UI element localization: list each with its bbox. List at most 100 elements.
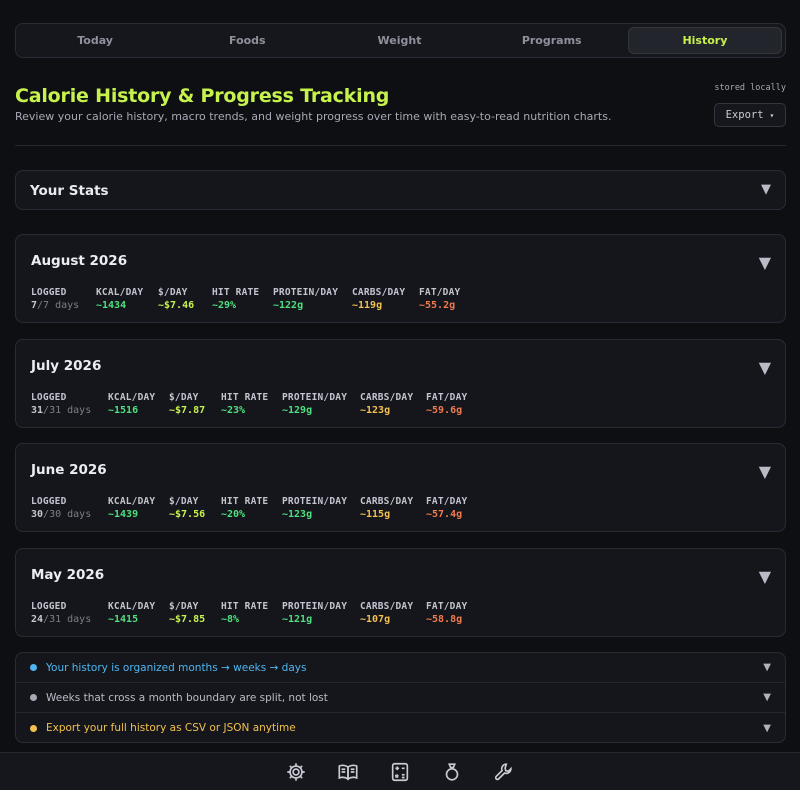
month-metrics: LOGGED 31/31 days KCAL/DAY ~1516 $/DAY ~$7.87… [31,392,486,416]
metric-hit: HIT RATE ~20% [221,496,282,520]
metric-value: ~23% [221,405,246,416]
metric-value: ~1516 [108,405,139,416]
logged-days: 30 [31,509,44,520]
metric-label: CARBS/DAY [360,496,414,507]
metric-cost: $/DAY ~$7.87 [169,392,221,416]
book-icon[interactable] [335,759,361,785]
metric-value: ~129g [282,405,313,416]
export-label: Export [725,109,764,121]
metric-value: ~20% [221,509,246,520]
month-card[interactable]: July 2026 ▼ LOGGED 31/31 days KCAL/DAY ~1516 $… [15,339,786,428]
metric-label: LOGGED [31,496,67,507]
tab-history[interactable]: History [627,27,783,54]
metric-value: ~57.4g [426,509,463,520]
chevron-down-icon[interactable]: ▼ [759,253,771,272]
metric-value: ~115g [360,509,391,520]
chevron-down-icon[interactable]: ▼ [763,662,771,673]
metric-label: HIT RATE [221,392,269,403]
your-stats-panel[interactable]: Your Stats ▼ [15,170,786,210]
month-title: August 2026 [31,253,128,269]
metric-kcal: KCAL/DAY ~1516 [108,392,169,416]
tip-item[interactable]: Export your full history as CSV or JSON … [16,713,785,742]
metric-hit: HIT RATE ~23% [221,392,282,416]
metric-kcal: KCAL/DAY ~1415 [108,601,169,625]
metric-protein: PROTEIN/DAY ~123g [282,496,360,520]
chevron-down-icon[interactable]: ▼ [761,182,771,197]
tip-text: Your history is organized months → weeks… [46,661,307,674]
metric-label: $/DAY [169,392,199,403]
chevron-down-icon[interactable]: ▼ [763,723,771,734]
metric-logged: LOGGED 30/30 days [31,496,108,520]
metric-label: FAT/DAY [426,392,468,403]
metric-carbs: CARBS/DAY ~123g [360,392,426,416]
chevron-down-icon[interactable]: ▼ [763,692,771,703]
month-card[interactable]: August 2026 ▼ LOGGED 7/7 days KCAL/DAY ~1434 $… [15,234,786,323]
storage-status: stored locally [714,83,786,93]
metric-value: 30/30 days [31,509,108,520]
total-days: /7 days [37,300,80,311]
gear-icon[interactable] [283,759,309,785]
metric-value: ~1434 [96,300,127,311]
metric-label: KCAL/DAY [108,392,156,403]
metric-label: CARBS/DAY [360,601,414,612]
metric-carbs: CARBS/DAY ~119g [352,287,419,311]
metric-label: FAT/DAY [426,601,468,612]
chevron-down-icon: ▾ [769,110,775,120]
tip-item[interactable]: Weeks that cross a month boundary are sp… [16,683,785,713]
total-days: /30 days [43,509,92,520]
month-title: June 2026 [31,462,107,478]
tab-programs[interactable]: Programs [476,27,628,54]
bullet-dot-icon [30,694,37,701]
metric-label: KCAL/DAY [108,496,156,507]
metric-protein: PROTEIN/DAY ~121g [282,601,360,625]
chevron-down-icon[interactable]: ▼ [759,462,771,481]
metric-label: PROTEIN/DAY [273,287,339,298]
metric-fat: FAT/DAY ~58.8g [426,601,486,625]
metric-value: ~123g [360,405,391,416]
page-title: Calorie History & Progress Tracking [15,85,390,107]
metric-cost: $/DAY ~$7.46 [158,287,212,311]
month-title: July 2026 [31,358,102,374]
export-button[interactable]: Export ▾ [714,103,786,127]
metric-value: ~8% [221,614,240,625]
metric-label: FAT/DAY [426,496,468,507]
month-title: May 2026 [31,567,105,583]
metric-value: 31/31 days [31,405,108,416]
tab-weight[interactable]: Weight [323,27,475,54]
metric-fat: FAT/DAY ~55.2g [419,287,479,311]
metric-label: CARBS/DAY [352,287,406,298]
metric-kcal: KCAL/DAY ~1439 [108,496,169,520]
tab-today[interactable]: Today [19,27,171,54]
metric-protein: PROTEIN/DAY ~129g [282,392,360,416]
tip-item[interactable]: Your history is organized months → weeks… [16,653,785,683]
bottom-toolbar [0,752,800,790]
tab-foods[interactable]: Foods [171,27,323,54]
month-card[interactable]: June 2026 ▼ LOGGED 30/30 days KCAL/DAY ~1439 $… [15,443,786,532]
metric-value: ~29% [212,300,237,311]
tab-bar: Today Foods Weight Programs History [15,23,786,58]
bullet-dot-icon [30,664,37,671]
metric-fat: FAT/DAY ~57.4g [426,496,486,520]
bullet-dot-icon [30,724,37,732]
metric-label: PROTEIN/DAY [282,392,348,403]
metric-label: KCAL/DAY [108,601,156,612]
month-card[interactable]: May 2026 ▼ LOGGED 24/31 days KCAL/DAY ~1415 $/… [15,548,786,637]
page-subtitle: Review your calorie history, macro trend… [15,110,612,123]
month-metrics: LOGGED 30/30 days KCAL/DAY ~1439 $/DAY ~$7.56… [31,496,486,520]
metric-cost: $/DAY ~$7.56 [169,496,221,520]
chevron-down-icon[interactable]: ▼ [759,567,771,586]
calculator-icon[interactable] [387,759,413,785]
ring-icon[interactable] [439,759,465,785]
metric-value: ~123g [282,509,313,520]
month-metrics: LOGGED 7/7 days KCAL/DAY ~1434 $/DAY ~$7.46 HI… [31,287,479,311]
metric-label: $/DAY [169,496,199,507]
metric-label: CARBS/DAY [360,392,414,403]
metric-value: ~119g [352,300,383,311]
metric-logged: LOGGED 31/31 days [31,392,108,416]
metric-label: LOGGED [31,392,67,403]
metric-label: HIT RATE [221,601,269,612]
wrench-icon[interactable] [491,759,517,785]
chevron-down-icon[interactable]: ▼ [759,358,771,377]
metric-logged: LOGGED 7/7 days [31,287,96,311]
metric-label: PROTEIN/DAY [282,601,348,612]
